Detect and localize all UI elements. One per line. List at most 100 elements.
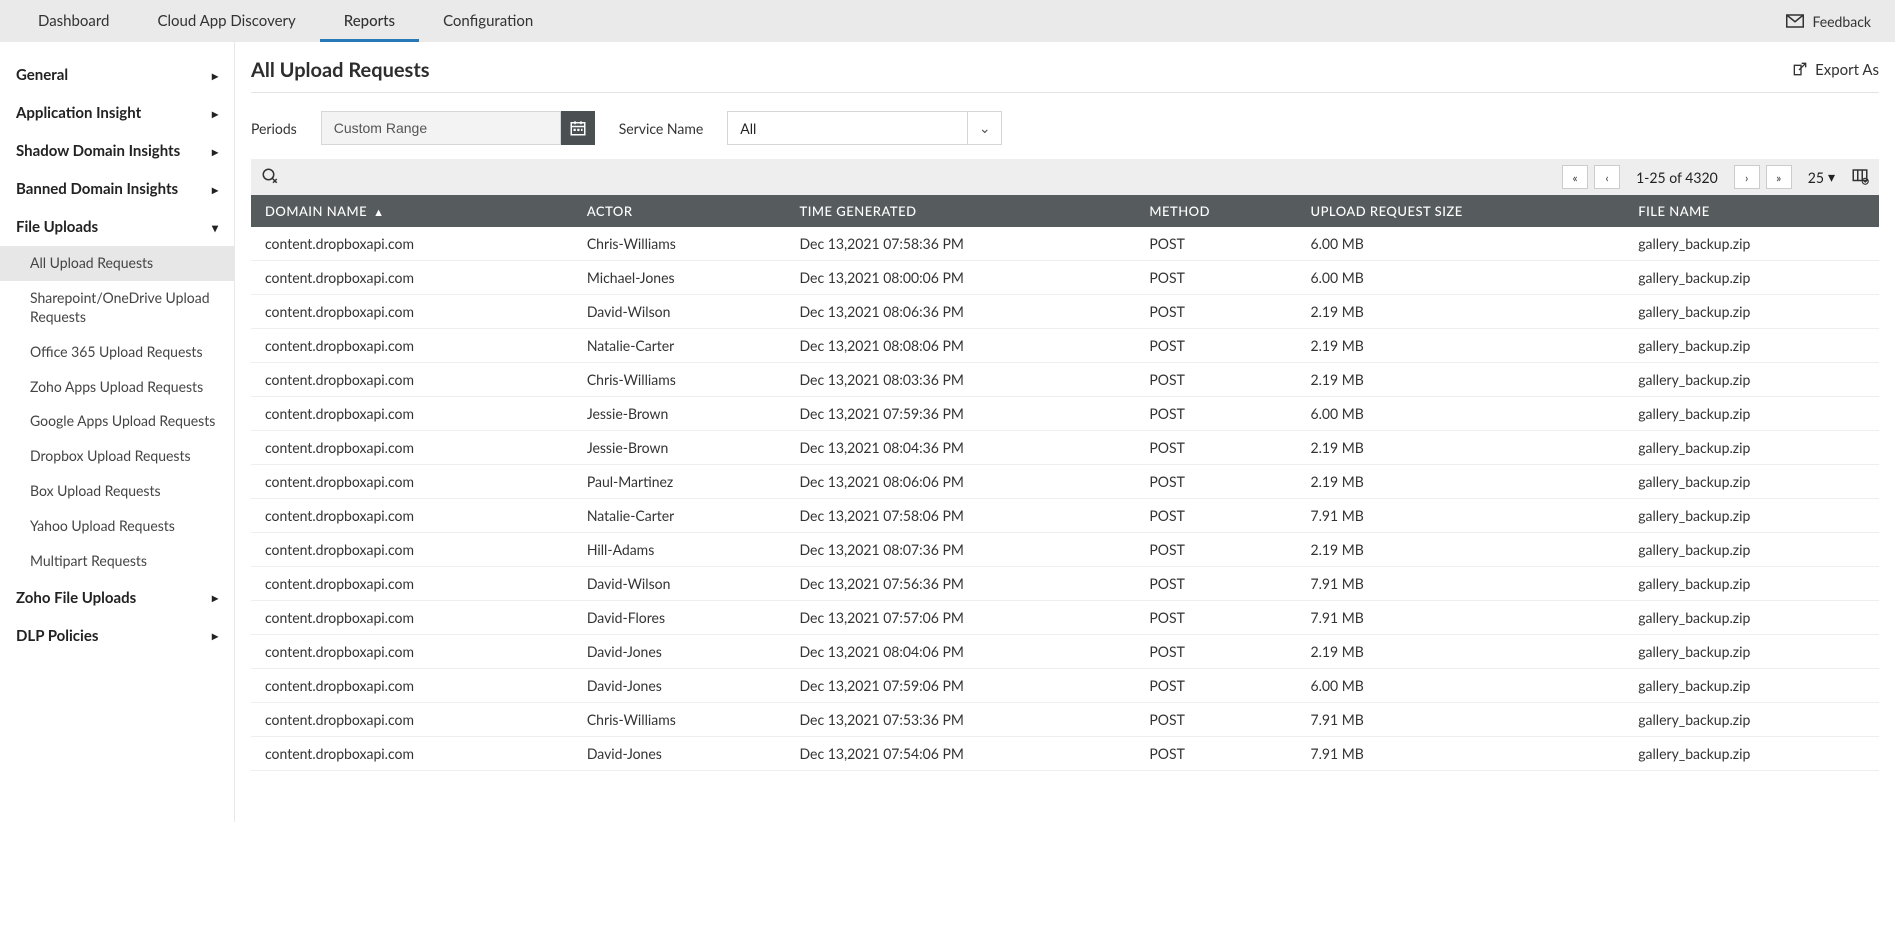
page-size-value: 25	[1808, 169, 1824, 186]
sidebar-item-multipart-requests[interactable]: Multipart Requests	[0, 544, 234, 579]
cell-domain: content.dropboxapi.com	[251, 363, 573, 397]
cell-method: POST	[1135, 567, 1296, 601]
cell-file: gallery_backup.zip	[1624, 397, 1879, 431]
sidebar-item-google-apps-upload-requests[interactable]: Google Apps Upload Requests	[0, 404, 234, 439]
cell-method: POST	[1135, 465, 1296, 499]
export-icon	[1791, 62, 1807, 78]
top-navbar: DashboardCloud App DiscoveryReportsConfi…	[0, 0, 1895, 42]
table-row[interactable]: content.dropboxapi.comDavid-JonesDec 13,…	[251, 669, 1879, 703]
cell-actor: Chris-Williams	[573, 227, 786, 261]
top-tab-dashboard[interactable]: Dashboard	[14, 0, 133, 42]
sidebar-item-sharepoint-onedrive-upload-requests[interactable]: Sharepoint/OneDrive Upload Requests	[0, 281, 234, 335]
table-row[interactable]: content.dropboxapi.comPaul-MartinezDec 1…	[251, 465, 1879, 499]
sidebar-item-office-365-upload-requests[interactable]: Office 365 Upload Requests	[0, 335, 234, 370]
cell-size: 7.91 MB	[1296, 601, 1624, 635]
page-size-select[interactable]: 25 ▾	[1808, 168, 1835, 186]
calendar-button[interactable]	[561, 111, 595, 145]
sidebar-item-dropbox-upload-requests[interactable]: Dropbox Upload Requests	[0, 439, 234, 474]
caret-right-icon: ▸	[212, 68, 218, 83]
table-row[interactable]: content.dropboxapi.comJessie-BrownDec 13…	[251, 431, 1879, 465]
cell-size: 2.19 MB	[1296, 465, 1624, 499]
cell-actor: Michael-Jones	[573, 261, 786, 295]
page-last-button[interactable]: »	[1766, 165, 1792, 189]
sidebar-group-label: Zoho File Uploads	[16, 589, 136, 607]
cell-actor: Natalie-Carter	[573, 499, 786, 533]
sidebar-group-label: DLP Policies	[16, 627, 98, 645]
sidebar-group-general[interactable]: General▸	[0, 56, 234, 94]
sidebar-group-dlp-policies[interactable]: DLP Policies ▸	[0, 617, 234, 655]
table-row[interactable]: content.dropboxapi.comDavid-JonesDec 13,…	[251, 635, 1879, 669]
column-header-actor[interactable]: ACTOR	[573, 195, 786, 227]
caret-right-icon: ▸	[212, 590, 218, 605]
cell-time: Dec 13,2021 07:59:36 PM	[786, 397, 1136, 431]
page-next-button[interactable]: ›	[1734, 165, 1760, 189]
cell-domain: content.dropboxapi.com	[251, 669, 573, 703]
page-title: All Upload Requests	[251, 58, 430, 82]
search-button[interactable]	[261, 167, 279, 188]
column-header-domain-name[interactable]: DOMAIN NAME▲	[251, 195, 573, 227]
cell-time: Dec 13,2021 07:59:06 PM	[786, 669, 1136, 703]
column-header-file-name[interactable]: FILE NAME	[1624, 195, 1879, 227]
search-icon	[261, 167, 279, 185]
cell-domain: content.dropboxapi.com	[251, 227, 573, 261]
cell-domain: content.dropboxapi.com	[251, 567, 573, 601]
column-header-upload-request-size[interactable]: UPLOAD REQUEST SIZE	[1296, 195, 1624, 227]
sidebar: General▸Application Insight▸Shadow Domai…	[0, 42, 235, 822]
top-tab-reports[interactable]: Reports	[320, 0, 419, 42]
table-row[interactable]: content.dropboxapi.comHill-AdamsDec 13,2…	[251, 533, 1879, 567]
page-prev-button[interactable]: ‹	[1594, 165, 1620, 189]
top-tab-cloud-app-discovery[interactable]: Cloud App Discovery	[133, 0, 319, 42]
caret-down-icon: ▾	[1828, 168, 1835, 186]
sidebar-item-box-upload-requests[interactable]: Box Upload Requests	[0, 474, 234, 509]
table-row[interactable]: content.dropboxapi.comNatalie-CarterDec …	[251, 329, 1879, 363]
table-row[interactable]: content.dropboxapi.comMichael-JonesDec 1…	[251, 261, 1879, 295]
feedback-button[interactable]: Feedback	[1786, 13, 1871, 30]
cell-file: gallery_backup.zip	[1624, 261, 1879, 295]
periods-input[interactable]	[321, 111, 561, 145]
page-first-button[interactable]: «	[1562, 165, 1588, 189]
sidebar-item-zoho-apps-upload-requests[interactable]: Zoho Apps Upload Requests	[0, 370, 234, 405]
column-header-time-generated[interactable]: TIME GENERATED	[786, 195, 1136, 227]
export-button[interactable]: Export As	[1791, 61, 1879, 79]
column-header-method[interactable]: METHOD	[1135, 195, 1296, 227]
sidebar-group-banned-domain-insights[interactable]: Banned Domain Insights▸	[0, 170, 234, 208]
top-tabs: DashboardCloud App DiscoveryReportsConfi…	[14, 0, 557, 42]
table-row[interactable]: content.dropboxapi.comJessie-BrownDec 13…	[251, 397, 1879, 431]
sidebar-group-zoho-file-uploads[interactable]: Zoho File Uploads ▸	[0, 579, 234, 617]
sidebar-item-yahoo-upload-requests[interactable]: Yahoo Upload Requests	[0, 509, 234, 544]
sidebar-group-label: Banned Domain Insights	[16, 180, 178, 198]
chevron-down-icon: ⌄	[967, 112, 1001, 144]
table-row[interactable]: content.dropboxapi.comChris-WilliamsDec …	[251, 227, 1879, 261]
column-settings-button[interactable]	[1851, 167, 1869, 188]
cell-domain: content.dropboxapi.com	[251, 635, 573, 669]
cell-method: POST	[1135, 363, 1296, 397]
content-area: All Upload Requests Export As Periods Se…	[235, 42, 1895, 822]
page-header: All Upload Requests Export As	[251, 58, 1879, 93]
table-toolbar: « ‹ 1-25 of 4320 › » 25 ▾	[251, 159, 1879, 195]
cell-actor: David-Jones	[573, 737, 786, 771]
table-row[interactable]: content.dropboxapi.comChris-WilliamsDec …	[251, 363, 1879, 397]
cell-size: 6.00 MB	[1296, 397, 1624, 431]
cell-domain: content.dropboxapi.com	[251, 431, 573, 465]
cell-method: POST	[1135, 533, 1296, 567]
top-tab-configuration[interactable]: Configuration	[419, 0, 557, 42]
table-row[interactable]: content.dropboxapi.comDavid-WilsonDec 13…	[251, 295, 1879, 329]
cell-file: gallery_backup.zip	[1624, 431, 1879, 465]
table-row[interactable]: content.dropboxapi.comDavid-WilsonDec 13…	[251, 567, 1879, 601]
service-name-select[interactable]: All ⌄	[727, 111, 1002, 145]
cell-file: gallery_backup.zip	[1624, 703, 1879, 737]
cell-domain: content.dropboxapi.com	[251, 533, 573, 567]
cell-domain: content.dropboxapi.com	[251, 261, 573, 295]
cell-size: 2.19 MB	[1296, 295, 1624, 329]
table-row[interactable]: content.dropboxapi.comDavid-JonesDec 13,…	[251, 737, 1879, 771]
sidebar-group-application-insight[interactable]: Application Insight▸	[0, 94, 234, 132]
sidebar-group-shadow-domain-insights[interactable]: Shadow Domain Insights▸	[0, 132, 234, 170]
sidebar-group-file-uploads[interactable]: File Uploads▾	[0, 208, 234, 246]
filter-bar: Periods Service Name All ⌄	[251, 93, 1879, 159]
sidebar-item-all-upload-requests[interactable]: All Upload Requests	[0, 246, 234, 281]
table-row[interactable]: content.dropboxapi.comNatalie-CarterDec …	[251, 499, 1879, 533]
table-row[interactable]: content.dropboxapi.comChris-WilliamsDec …	[251, 703, 1879, 737]
caret-right-icon: ▸	[212, 628, 218, 643]
table-row[interactable]: content.dropboxapi.comDavid-FloresDec 13…	[251, 601, 1879, 635]
pager-range: 1-25 of 4320	[1636, 169, 1718, 186]
